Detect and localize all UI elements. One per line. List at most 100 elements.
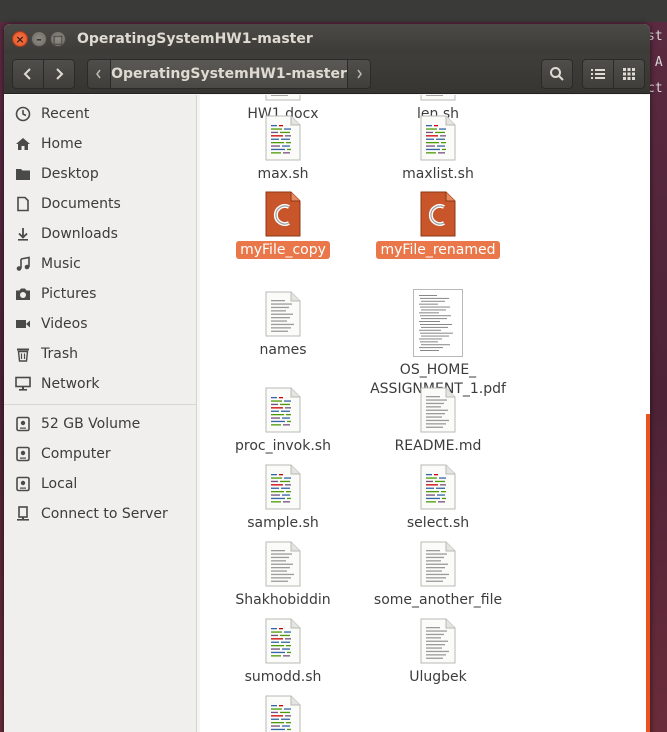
text-file-icon (420, 387, 456, 433)
text-file-icon (265, 541, 301, 587)
text-file-icon (420, 95, 456, 101)
sidebar-item-connect-to-server[interactable]: Connect to Server (4, 499, 197, 529)
text-file-icon (420, 541, 456, 587)
title-bar: × – □ OperatingSystemHW1-master (4, 24, 650, 54)
scrollbar[interactable] (646, 414, 650, 732)
file-name-label: names (259, 342, 307, 358)
sidebar-item-videos[interactable]: Videos (4, 309, 197, 339)
chevron-right-icon (56, 68, 64, 80)
drive-icon (14, 415, 32, 433)
video-icon (14, 315, 32, 333)
chevron-left-icon (23, 68, 31, 80)
sidebar-separator (4, 404, 197, 405)
sidebar-item-label: Recent (41, 106, 90, 122)
path-scroll-right-button[interactable] (347, 59, 371, 89)
sidebar-item-52-gb-volume[interactable]: 52 GB Volume (4, 409, 197, 439)
file-name-label: myFile_renamed (363, 241, 513, 260)
sidebar-item-label: Network (41, 376, 100, 392)
sidebar-item-home[interactable]: Home (4, 129, 197, 159)
music-icon (14, 255, 32, 273)
c-source-file-icon (265, 191, 301, 237)
sidebar-item-computer[interactable]: Computer (4, 439, 197, 469)
close-window-button[interactable]: × (12, 31, 28, 47)
pdf-file-icon (413, 289, 463, 357)
clock-icon (14, 105, 32, 123)
path-scroll-left-button[interactable] (87, 59, 111, 89)
back-button[interactable] (12, 59, 44, 89)
sidebar-item-documents[interactable]: Documents (4, 189, 197, 219)
file-name-label: myFile_copy (208, 241, 358, 260)
sidebar-item-label: Local (41, 476, 78, 492)
script-file-icon (265, 115, 301, 161)
home-icon (14, 135, 32, 153)
close-icon: × (15, 32, 25, 46)
script-file-icon (265, 695, 301, 732)
chevron-right-icon (357, 69, 362, 79)
sidebar-item-recent[interactable]: Recent (4, 99, 197, 129)
chevron-left-icon (96, 69, 101, 79)
sidebar-item-label: Connect to Server (41, 506, 168, 522)
script-file-icon (265, 618, 301, 664)
file-name-label: some_another_file (373, 592, 503, 608)
sidebar: Recent Home Desktop Documents Downloads Music… (4, 95, 197, 732)
list-view-button[interactable] (582, 59, 614, 89)
maximize-window-button[interactable]: □ (50, 31, 66, 47)
script-file-icon (420, 464, 456, 510)
file-name-label: README.md (394, 438, 482, 454)
sidebar-item-label: Home (41, 136, 83, 152)
folder-icon (14, 165, 32, 183)
sidebar-item-label: Pictures (41, 286, 97, 302)
file-name-label: proc_invok.sh (235, 438, 331, 454)
file-name-label: select.sh (406, 515, 470, 531)
file-name-label: sumodd.sh (244, 669, 322, 685)
window-title: OperatingSystemHW1-master (77, 31, 313, 47)
maximize-icon: □ (52, 32, 64, 46)
camera-icon (14, 285, 32, 303)
minimize-window-button[interactable]: – (31, 31, 47, 47)
c-source-file-icon (420, 191, 456, 237)
grid-view-button[interactable] (613, 59, 645, 89)
text-file-icon (265, 291, 301, 337)
sidebar-item-trash[interactable]: Trash (4, 339, 197, 369)
text-file-icon (265, 95, 301, 101)
minimize-icon: – (36, 32, 42, 46)
server-icon (14, 505, 32, 523)
download-icon (14, 225, 32, 243)
search-icon (550, 67, 564, 81)
sidebar-item-label: 52 GB Volume (41, 416, 141, 432)
document-icon (14, 195, 32, 213)
path-breadcrumb[interactable]: OperatingSystemHW1-master (110, 59, 348, 89)
sidebar-item-label: Videos (41, 316, 88, 332)
forward-button[interactable] (43, 59, 75, 89)
file-name-label: Shakhobiddin (235, 592, 331, 608)
sidebar-item-label: Documents (41, 196, 121, 212)
script-file-icon (420, 115, 456, 161)
sidebar-item-label: Trash (41, 346, 78, 362)
file-manager-window: × – □ OperatingSystemHW1-master Operatin… (4, 24, 650, 732)
sidebar-item-music[interactable]: Music (4, 249, 197, 279)
sidebar-item-downloads[interactable]: Downloads (4, 219, 197, 249)
sidebar-item-pictures[interactable]: Pictures (4, 279, 197, 309)
file-name-label: sample.sh (247, 515, 319, 531)
sidebar-item-local[interactable]: Local (4, 469, 197, 499)
file-name-label: max.sh (257, 166, 309, 182)
sidebar-item-desktop[interactable]: Desktop (4, 159, 197, 189)
file-name-label: Ulugbek (409, 669, 467, 685)
file-grid: HW1.docx len.sh max.sh maxlist.sh myFile_cop… (200, 95, 650, 732)
sidebar-item-label: Music (41, 256, 81, 272)
network-icon (14, 375, 32, 393)
drive-icon (14, 475, 32, 493)
search-button[interactable] (541, 59, 573, 89)
script-file-icon (265, 464, 301, 510)
sidebar-item-label: Computer (41, 446, 111, 462)
toolbar: OperatingSystemHW1-master (4, 54, 650, 94)
sidebar-item-label: Desktop (41, 166, 99, 182)
grid-view-icon (623, 68, 635, 80)
trash-icon (14, 345, 32, 363)
background-terminal-text: st A ct (647, 29, 663, 96)
drive-icon (14, 445, 32, 463)
sidebar-item-label: Downloads (41, 226, 118, 242)
text-file-icon (420, 618, 456, 664)
sidebar-item-network[interactable]: Network (4, 369, 197, 399)
script-file-icon (265, 387, 301, 433)
